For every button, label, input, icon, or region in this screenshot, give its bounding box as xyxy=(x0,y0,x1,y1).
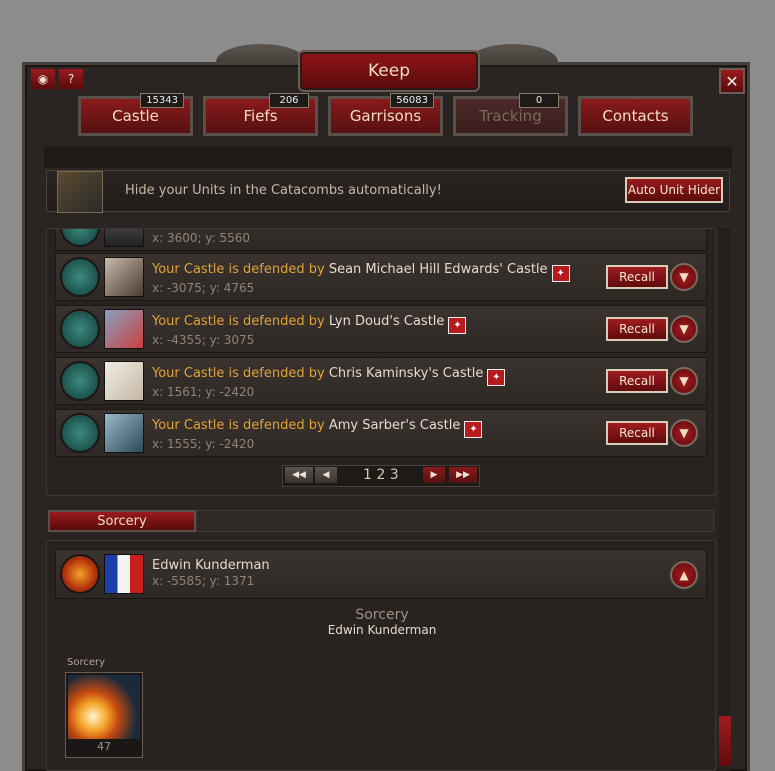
tab-bar: Castle 15343 Fiefs 206 Garrisons 56083 Trac… xyxy=(78,93,693,136)
castle-name: Sean Michael Hill Edwards' Castle xyxy=(328,262,548,277)
defended-text: Your Castle is defended by Sean Michael … xyxy=(152,262,570,282)
tab-castle[interactable]: Castle 15343 xyxy=(78,93,193,136)
catapult-unit-icon xyxy=(57,171,103,213)
close-icon: ✕ xyxy=(725,71,739,91)
tab-label: Contacts xyxy=(602,107,669,125)
list-item: Your Castle is defended by Lyn Doud's Ca… xyxy=(55,305,707,353)
defended-text: Your Castle is defended by Chris Kaminsk… xyxy=(152,366,506,386)
unit-avatar-icon xyxy=(60,309,100,349)
player-name: Edwin Kunderman xyxy=(152,558,270,573)
unit-label: Sorcery xyxy=(67,657,106,668)
auto-hider-banner: Hide your Units in the Catacombs automat… xyxy=(46,170,730,213)
window-title: Keep xyxy=(300,52,478,90)
unit-avatar-icon xyxy=(60,413,100,453)
player-flag xyxy=(104,554,144,594)
player-photo xyxy=(104,361,144,401)
chevron-down-icon: ▼ xyxy=(679,426,689,440)
recall-button[interactable]: Recall xyxy=(606,317,668,341)
chevron-down-icon: ▼ xyxy=(679,270,689,284)
player-photo xyxy=(104,257,144,297)
pin-icon[interactable]: ✦ xyxy=(551,265,570,282)
defended-text: Your Castle is defended by Amy Sarber's … xyxy=(152,418,483,438)
defended-prefix: Your Castle is defended by xyxy=(152,314,325,329)
sorcery-owner: Edwin Kunderman xyxy=(327,623,437,637)
tab-fiefs[interactable]: Fiefs 206 xyxy=(203,93,318,136)
tab-label: Tracking xyxy=(479,107,542,125)
defended-prefix: Your Castle is defended by xyxy=(152,262,325,277)
list-item: Your Castle is defended by Amy Sarber's … xyxy=(55,409,707,457)
scrollbar-thumb[interactable] xyxy=(719,716,731,766)
last-page-button[interactable]: ▶▶ xyxy=(449,467,477,483)
defended-prefix: Your Castle is defended by xyxy=(152,366,325,381)
sorcery-player-row: Edwin Kunderman x: -5585; y: 1371 ▲ xyxy=(55,549,707,599)
tab-count-badge: 0 xyxy=(519,93,559,108)
chevron-down-icon: ▼ xyxy=(679,322,689,336)
list-item: Your Castle is defended by Chris Kaminsk… xyxy=(55,357,707,405)
help-button[interactable]: ? xyxy=(58,68,84,90)
page-numbers[interactable]: 1 2 3 xyxy=(363,467,399,483)
chevron-up-icon: ▲ xyxy=(679,568,689,582)
banner-text: Hide your Units in the Catacombs automat… xyxy=(125,183,442,198)
scrollbar-track[interactable] xyxy=(719,228,731,771)
tab-contacts[interactable]: Contacts xyxy=(578,96,693,136)
castle-name: Amy Sarber's Castle xyxy=(328,418,461,433)
list-item: Your Castle is defended by Sean Michael … xyxy=(55,253,707,301)
player-photo xyxy=(104,309,144,349)
castle-name: Lyn Doud's Castle xyxy=(328,314,445,329)
coords: x: 1561; y: -2420 xyxy=(152,385,255,399)
castle-name: Chris Kaminsky's Castle xyxy=(328,366,484,381)
pin-icon[interactable]: ✦ xyxy=(448,317,467,334)
collapse-button[interactable]: ▲ xyxy=(670,561,698,589)
chevron-down-icon: ▼ xyxy=(679,374,689,388)
expand-button[interactable]: ▼ xyxy=(670,263,698,291)
coords: x: -3075; y: 4765 xyxy=(152,281,255,295)
coords: x: 1555; y: -2420 xyxy=(152,437,255,451)
tab-label: Garrisons xyxy=(349,107,422,125)
expand-button[interactable]: ▼ xyxy=(670,419,698,447)
list-item: x: 3600; y: 5560 xyxy=(55,229,707,251)
sorcery-title: Sorcery xyxy=(355,607,409,623)
tab-garrisons[interactable]: Garrisons 56083 xyxy=(328,93,443,136)
sorcery-unit-card[interactable]: 47 xyxy=(65,672,143,758)
tab-count-badge: 15343 xyxy=(140,93,184,108)
unit-avatar-icon xyxy=(60,257,100,297)
tab-count-badge: 56083 xyxy=(390,93,434,108)
recall-button[interactable]: Recall xyxy=(606,421,668,445)
tab-label: Fiefs xyxy=(243,107,278,125)
auto-unit-hider-button[interactable]: Auto Unit Hider xyxy=(625,177,723,203)
next-page-button[interactable]: ▶ xyxy=(423,467,445,483)
defender-list[interactable]: x: 3600; y: 5560 Your Castle is defended… xyxy=(46,228,716,496)
recall-button[interactable]: Recall xyxy=(606,265,668,289)
coords: x: -5585; y: 1371 xyxy=(152,574,255,588)
sorcery-section-tab[interactable]: Sorcery xyxy=(48,510,196,532)
player-photo xyxy=(104,229,144,247)
first-page-button[interactable]: ◀◀ xyxy=(285,467,313,483)
prev-page-button[interactable]: ◀ xyxy=(315,467,337,483)
coords: x: 3600; y: 5560 xyxy=(152,231,250,245)
tab-tracking[interactable]: Tracking 0 xyxy=(453,93,568,136)
camera-icon[interactable]: ◉ xyxy=(30,68,56,90)
unit-count: 47 xyxy=(97,740,111,753)
tab-separator xyxy=(44,146,732,168)
sorcery-panel: Edwin Kunderman x: -5585; y: 1371 ▲ Sorc… xyxy=(46,540,716,771)
pin-icon[interactable]: ✦ xyxy=(487,369,506,386)
recall-button[interactable]: Recall xyxy=(606,369,668,393)
tab-count-badge: 206 xyxy=(269,93,309,108)
fireball-icon xyxy=(60,554,100,594)
pagination: ◀◀ ◀ 1 2 3 ▶ ▶▶ xyxy=(282,465,480,487)
unit-avatar-icon xyxy=(60,361,100,401)
close-button[interactable]: ✕ xyxy=(719,68,745,94)
expand-button[interactable]: ▼ xyxy=(670,315,698,343)
meteor-icon xyxy=(68,675,140,739)
player-photo xyxy=(104,413,144,453)
defended-text: Your Castle is defended by Lyn Doud's Ca… xyxy=(152,314,467,334)
coords: x: -4355; y: 3075 xyxy=(152,333,255,347)
expand-button[interactable]: ▼ xyxy=(670,367,698,395)
pin-icon[interactable]: ✦ xyxy=(464,421,483,438)
sorcery-section-header xyxy=(196,510,714,532)
unit-avatar-icon xyxy=(60,229,100,247)
tab-label: Castle xyxy=(112,107,159,125)
defended-prefix: Your Castle is defended by xyxy=(152,418,325,433)
